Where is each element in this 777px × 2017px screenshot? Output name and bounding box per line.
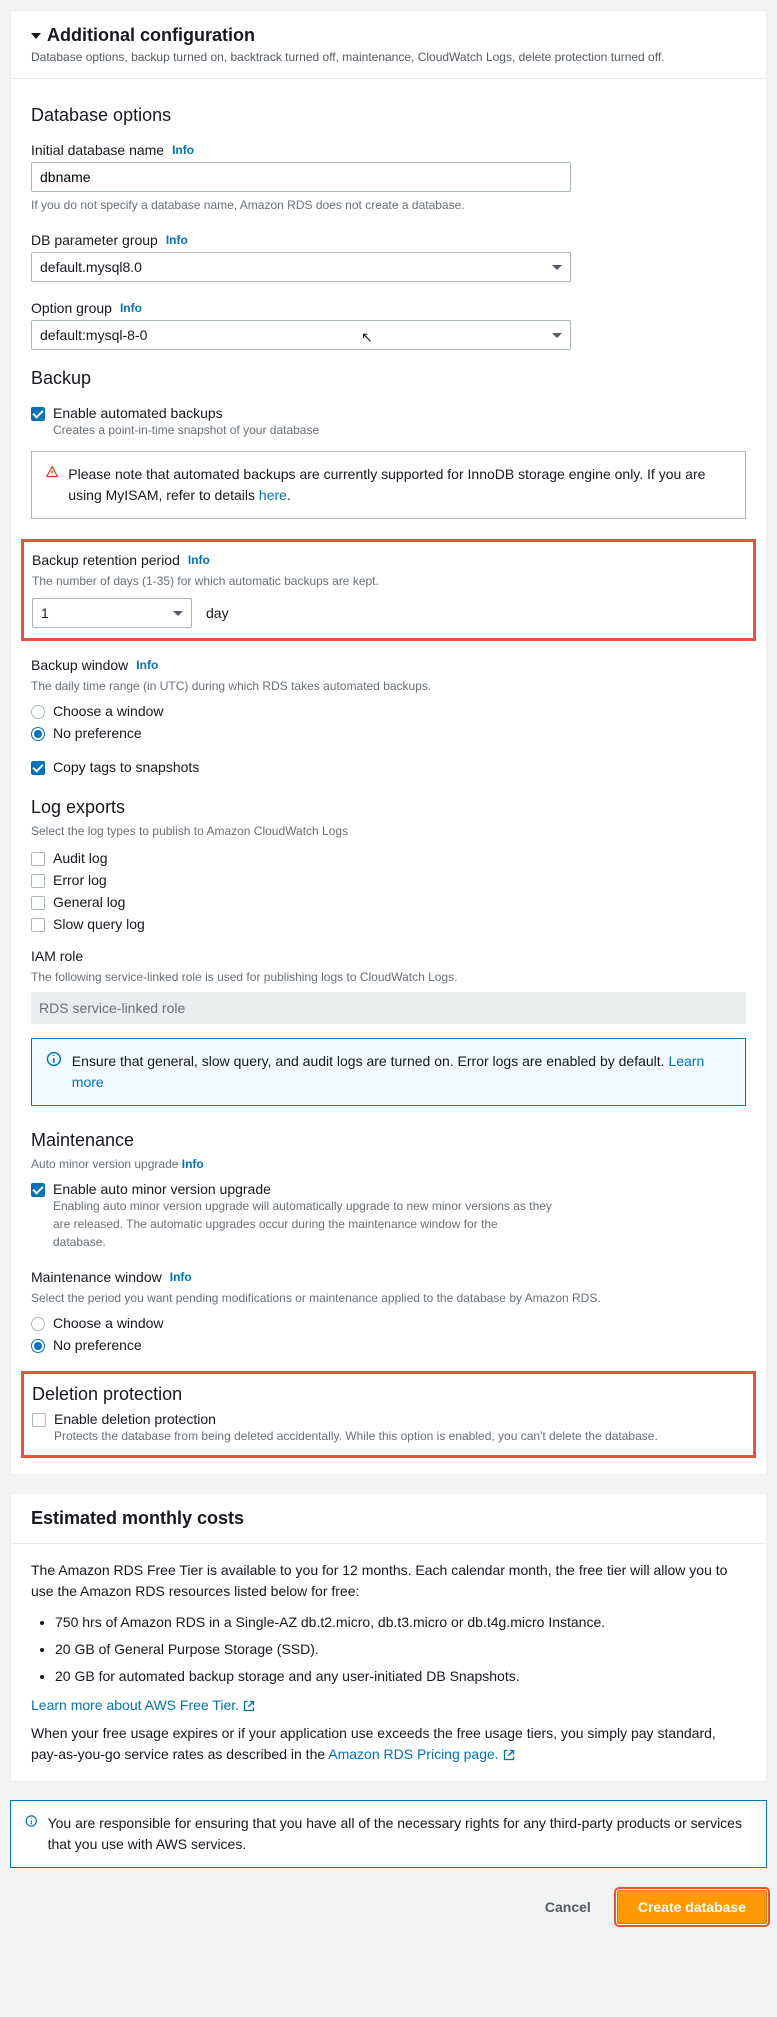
backup-window-label: Backup window <box>31 657 128 673</box>
iam-role-value: RDS service-linked role <box>31 992 746 1024</box>
cancel-button[interactable]: Cancel <box>531 1891 605 1923</box>
maintenance-title: Maintenance <box>31 1130 746 1151</box>
info-link[interactable]: Info <box>136 658 158 672</box>
option-group-select[interactable]: default:mysql-8-0 <box>31 320 571 350</box>
external-link-icon <box>503 1749 515 1761</box>
retention-select[interactable]: 1 <box>32 598 192 628</box>
initial-db-hint: If you do not specify a database name, A… <box>31 196 746 214</box>
info-link[interactable]: Info <box>188 553 210 567</box>
costs-intro: The Amazon RDS Free Tier is available to… <box>31 1560 746 1602</box>
db-options-title: Database options <box>31 105 746 126</box>
info-link[interactable]: Info <box>170 1270 192 1284</box>
copy-tags-label: Copy tags to snapshots <box>53 759 746 775</box>
option-group-label: Option group <box>31 300 112 316</box>
backup-warning: Please note that automated backups are c… <box>68 464 731 506</box>
chevron-down-icon <box>173 611 183 616</box>
backup-window-nopref-radio[interactable] <box>31 727 45 741</box>
maint-window-nopref-radio[interactable] <box>31 1339 45 1353</box>
info-link[interactable]: Info <box>182 1157 204 1171</box>
warn-here-link[interactable]: here <box>259 487 287 503</box>
costs-outro: When your free usage expires or if your … <box>31 1723 746 1765</box>
costs-title: Estimated monthly costs <box>31 1508 746 1529</box>
error-log-checkbox[interactable] <box>31 874 45 888</box>
audit-log-checkbox[interactable] <box>31 852 45 866</box>
param-group-label: DB parameter group <box>31 232 158 248</box>
retention-hint: The number of days (1-35) for which auto… <box>32 572 745 590</box>
info-icon <box>25 1813 38 1829</box>
cost-bullet: 750 hrs of Amazon RDS in a Single-AZ db.… <box>55 1612 746 1633</box>
deletion-label: Enable deletion protection <box>54 1411 745 1427</box>
info-link[interactable]: Info <box>166 233 188 247</box>
log-exports-title: Log exports <box>31 797 746 818</box>
deletion-hint: Protects the database from being deleted… <box>54 1427 745 1445</box>
create-database-button[interactable]: Create database <box>617 1890 767 1924</box>
initial-db-label: Initial database name <box>31 142 164 158</box>
maint-window-hint: Select the period you want pending modif… <box>31 1289 746 1307</box>
additional-config-header[interactable]: Additional configuration Database option… <box>11 11 766 79</box>
chevron-down-icon <box>552 333 562 338</box>
copy-tags-checkbox[interactable] <box>31 761 45 775</box>
param-group-select[interactable]: default.mysql8.0 <box>31 252 571 282</box>
iam-role-label: IAM role <box>31 948 83 964</box>
pricing-link[interactable]: Amazon RDS Pricing page. <box>328 1746 514 1762</box>
maint-window-label: Maintenance window <box>31 1269 162 1285</box>
retention-label: Backup retention period <box>32 552 180 568</box>
backup-window-choose-radio[interactable] <box>31 705 45 719</box>
initial-db-input[interactable] <box>31 162 571 192</box>
iam-role-hint: The following service-linked role is use… <box>31 968 746 986</box>
info-link[interactable]: Info <box>172 143 194 157</box>
retention-highlight: Backup retention period Info The number o… <box>21 539 756 641</box>
warning-icon <box>46 464 58 480</box>
external-link-icon <box>243 1700 255 1712</box>
maintenance-sub: Auto minor version upgrade <box>31 1157 178 1171</box>
enable-backups-label: Enable automated backups <box>53 405 746 421</box>
free-tier-link[interactable]: Learn more about AWS Free Tier. <box>31 1697 255 1713</box>
backup-title: Backup <box>31 368 746 389</box>
retention-unit: day <box>206 605 229 621</box>
info-link[interactable]: Info <box>120 301 142 315</box>
responsibility-msg: You are responsible for ensuring that yo… <box>48 1813 752 1855</box>
deletion-title: Deletion protection <box>32 1384 745 1405</box>
enable-backups-hint: Creates a point-in-time snapshot of your… <box>53 421 746 439</box>
cost-bullet: 20 GB of General Purpose Storage (SSD). <box>55 1639 746 1660</box>
info-icon <box>46 1051 62 1067</box>
cursor-icon: ↖ <box>361 329 373 346</box>
caret-down-icon <box>31 33 41 39</box>
auto-upgrade-checkbox[interactable] <box>31 1183 45 1197</box>
slow-log-checkbox[interactable] <box>31 918 45 932</box>
general-log-checkbox[interactable] <box>31 896 45 910</box>
enable-backups-checkbox[interactable] <box>31 407 45 421</box>
cost-bullet: 20 GB for automated backup storage and a… <box>55 1666 746 1687</box>
deletion-highlight: Deletion protection Enable deletion prot… <box>21 1371 756 1458</box>
panel-title: Additional configuration <box>47 25 255 46</box>
chevron-down-icon <box>552 265 562 270</box>
backup-window-hint: The daily time range (in UTC) during whi… <box>31 677 746 695</box>
maint-window-choose-radio[interactable] <box>31 1317 45 1331</box>
log-exports-hint: Select the log types to publish to Amazo… <box>31 822 746 840</box>
deletion-protection-checkbox[interactable] <box>32 1413 46 1427</box>
auto-upgrade-hint: Enabling auto minor version upgrade will… <box>53 1197 553 1251</box>
log-info-msg: Ensure that general, slow query, and aud… <box>72 1051 731 1093</box>
auto-upgrade-label: Enable auto minor version upgrade <box>53 1181 746 1197</box>
panel-subtitle: Database options, backup turned on, back… <box>31 50 746 64</box>
